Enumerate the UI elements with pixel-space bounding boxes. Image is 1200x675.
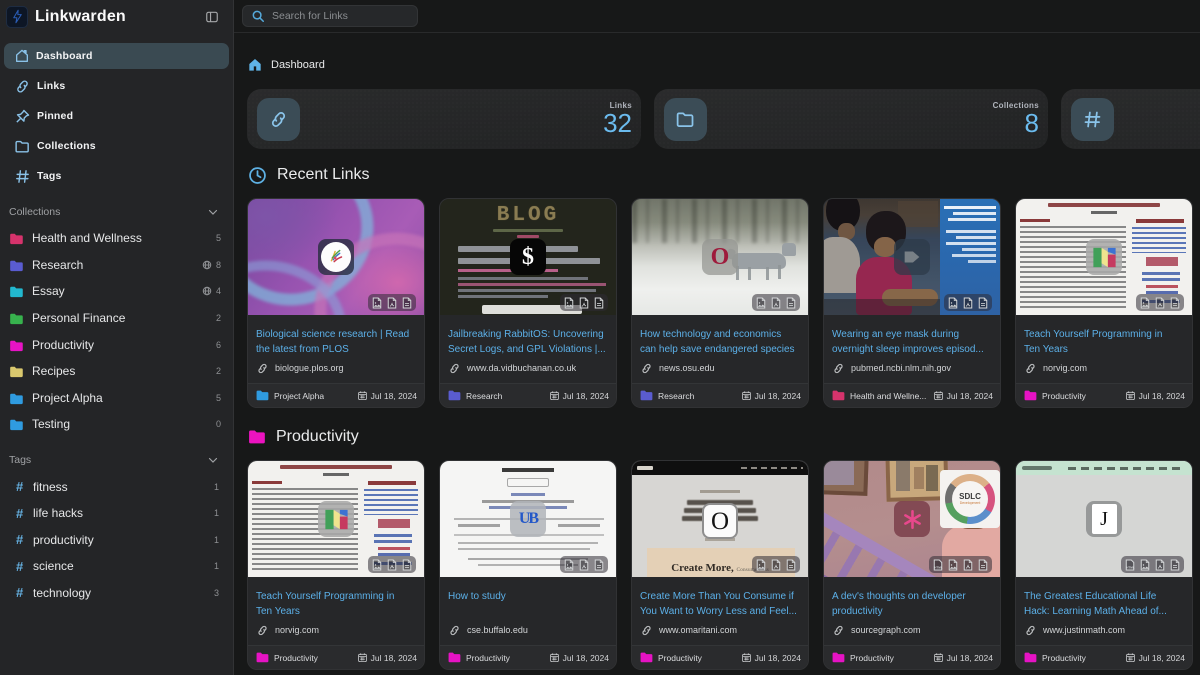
svg-text:HTML: HTML	[1126, 565, 1134, 569]
svg-text:HTML: HTML	[934, 565, 942, 569]
